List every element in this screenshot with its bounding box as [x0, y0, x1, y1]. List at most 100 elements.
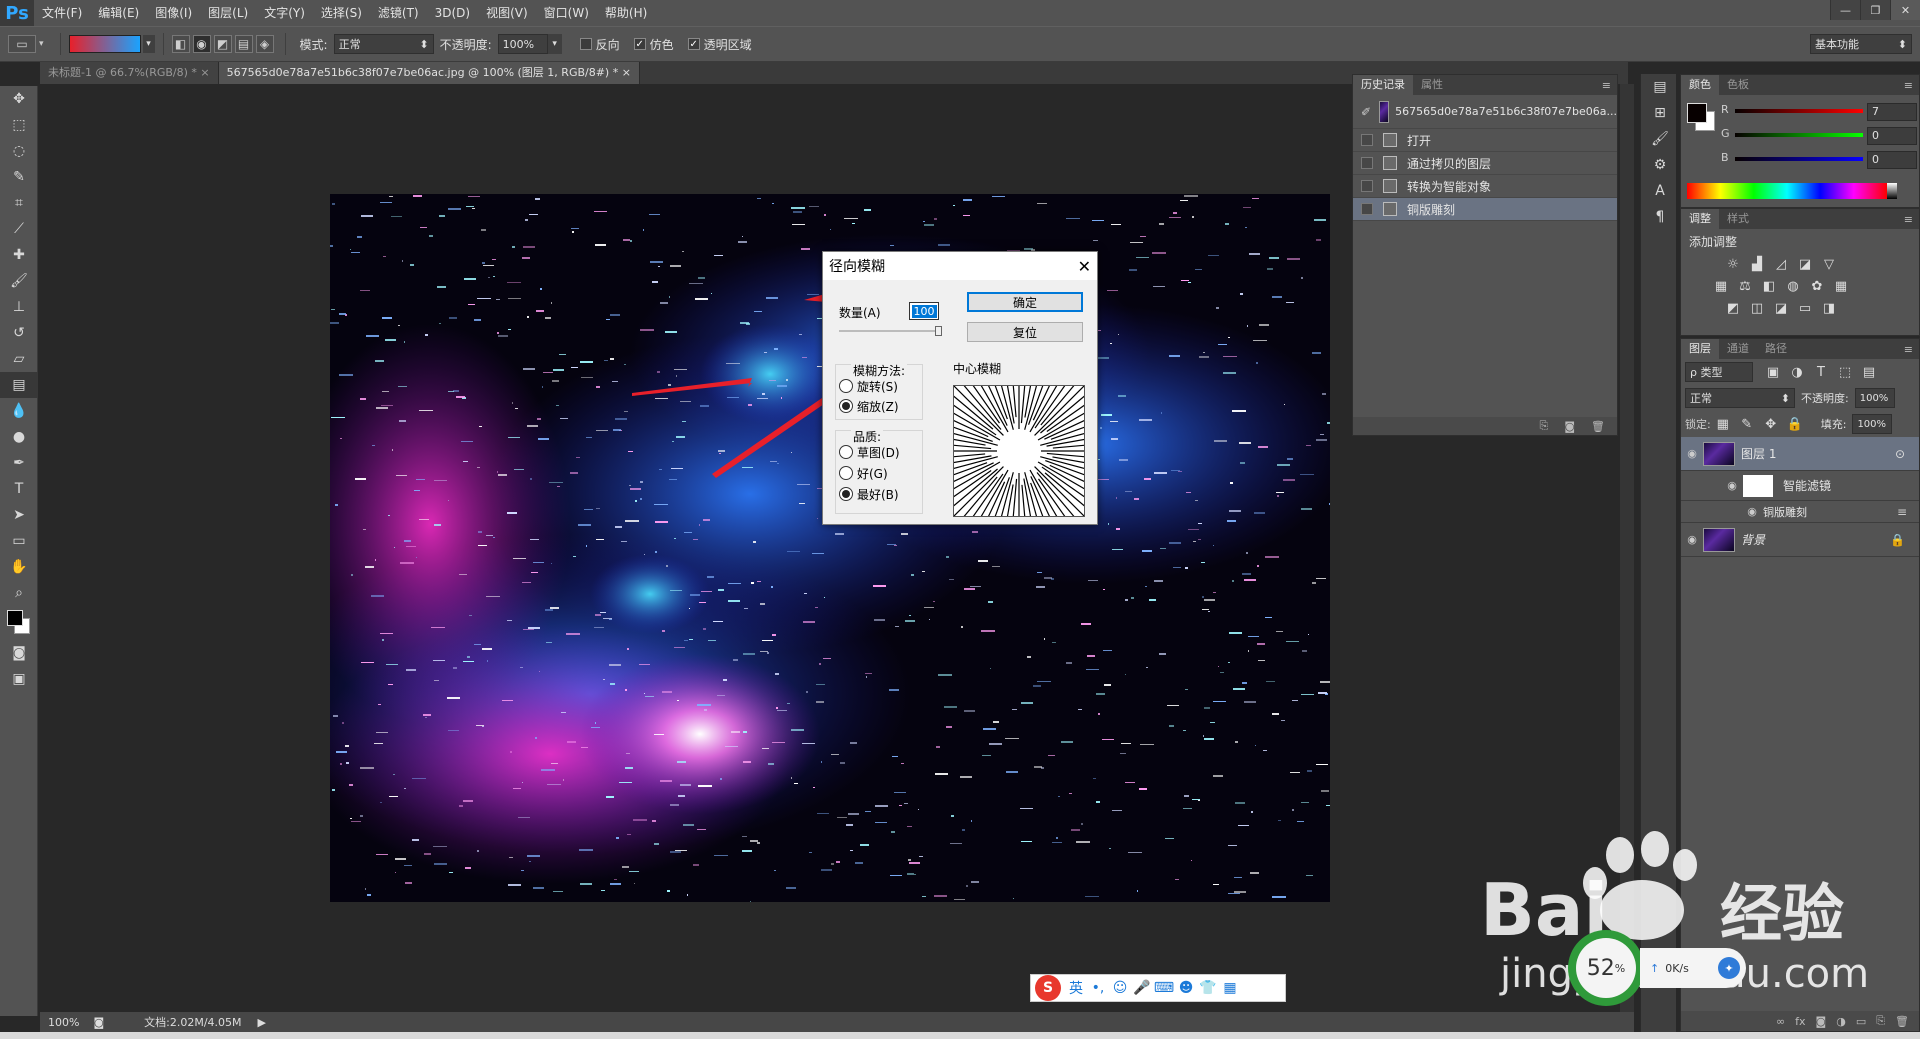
center-blur-preview[interactable]	[953, 385, 1085, 517]
history-brush-icon[interactable]: ↺	[0, 320, 38, 346]
black-white-icon[interactable]: ◧	[1761, 278, 1777, 294]
screen-mode-icon[interactable]: ▣	[0, 666, 38, 692]
workspace-select[interactable]: 基本功能 ⬍	[1810, 34, 1912, 54]
eye-icon[interactable]: ◉	[1681, 447, 1703, 460]
b-slider[interactable]	[1735, 157, 1863, 161]
minimize-icon[interactable]: —	[1830, 0, 1860, 20]
bw-ramp[interactable]	[1887, 183, 1897, 199]
properties-panel-icon[interactable]: ⊞	[1641, 100, 1679, 126]
tab-adjustments[interactable]: 调整	[1681, 209, 1719, 229]
link-icon[interactable]: ∞	[1776, 1015, 1785, 1028]
pen-tool-icon[interactable]: ✒	[0, 450, 38, 476]
skin-icon[interactable]: 👕	[1197, 977, 1219, 999]
radio-good[interactable]: 好(G)	[839, 463, 888, 483]
adjustment-filter-icon[interactable]: ◑	[1789, 364, 1805, 380]
layer-row-smart-filters[interactable]: ◉ 智能滤镜	[1681, 471, 1919, 501]
radio-spin[interactable]: 旋转(S)	[839, 376, 898, 396]
menu-3d[interactable]: 3D(D)	[427, 0, 478, 26]
r-input[interactable]: 7	[1867, 103, 1917, 121]
net-speed-widget[interactable]: ↑ 0K/s ✦	[1640, 948, 1746, 988]
channel-mixer-icon[interactable]: ✿	[1809, 278, 1825, 294]
menu-file[interactable]: 文件(F)	[34, 0, 90, 26]
g-input[interactable]: 0	[1867, 127, 1917, 145]
angle-gradient-icon[interactable]: ◩	[213, 35, 232, 53]
tool-preset-icon[interactable]: ▭	[8, 35, 36, 53]
crop-tool-icon[interactable]: ⌗	[0, 190, 38, 216]
color-spectrum[interactable]	[1687, 183, 1887, 199]
menu-help[interactable]: 帮助(H)	[597, 0, 655, 26]
tab-layers[interactable]: 图层	[1681, 339, 1719, 359]
status-share-icon[interactable]: ◙	[93, 1016, 104, 1029]
chevron-down-icon[interactable]: ▾	[39, 39, 44, 49]
reflected-gradient-icon[interactable]: ▤	[234, 35, 253, 53]
levels-icon[interactable]: ▟	[1749, 256, 1765, 272]
eye-icon[interactable]: ◉	[1741, 505, 1763, 518]
tab-color[interactable]: 颜色	[1681, 75, 1719, 95]
transparency-checkbox[interactable]: ✓	[687, 38, 700, 50]
quick-mask-icon[interactable]: ◙	[0, 640, 38, 666]
foreground-color-swatch[interactable]	[7, 610, 23, 626]
amount-slider-thumb[interactable]	[935, 326, 942, 336]
grid-icon[interactable]: ▦	[1219, 977, 1241, 999]
selective-color-icon[interactable]: ◨	[1821, 300, 1837, 316]
pixel-filter-icon[interactable]: ▣	[1765, 364, 1781, 380]
tab-paths[interactable]: 路径	[1757, 339, 1795, 359]
trash-icon[interactable]: 🗑	[1591, 420, 1605, 433]
history-snapshot[interactable]: ✐ 567565d0e78a7e51b6c38f07e7be06a...	[1353, 95, 1617, 129]
camera-icon[interactable]: ◙	[1564, 420, 1575, 433]
path-select-icon[interactable]: ➤	[0, 502, 38, 528]
history-item-layer-via-copy[interactable]: 通过拷贝的图层	[1353, 152, 1617, 175]
accelerate-icon[interactable]: ✦	[1718, 957, 1740, 979]
radio-draft[interactable]: 草图(D)	[839, 442, 900, 462]
close-icon[interactable]: ×	[622, 66, 631, 79]
chevron-down-icon[interactable]: ▾	[142, 35, 155, 53]
type-filter-icon[interactable]: T	[1813, 364, 1829, 380]
adjustment-layer-icon[interactable]: ◑	[1836, 1015, 1846, 1028]
character-panel-icon[interactable]: A	[1641, 178, 1679, 204]
layer-kind-select[interactable]: ρ 类型	[1685, 362, 1753, 382]
history-checkbox[interactable]	[1361, 180, 1373, 192]
layer-opacity-field[interactable]: 100%	[1854, 388, 1895, 408]
diamond-gradient-icon[interactable]: ◈	[255, 35, 274, 53]
lock-pixels-icon[interactable]: ✎	[1739, 416, 1755, 432]
close-icon[interactable]: ✕	[1078, 257, 1091, 276]
emoji-icon[interactable]: ☺	[1109, 977, 1131, 999]
panel-menu-icon[interactable]: ≡	[1904, 213, 1913, 226]
menu-image[interactable]: 图像(I)	[147, 0, 200, 26]
gradient-picker[interactable]	[68, 35, 141, 53]
dodge-tool-icon[interactable]: ●	[0, 424, 38, 450]
menu-view[interactable]: 视图(V)	[478, 0, 536, 26]
hand-tool-icon[interactable]: ✋	[0, 554, 38, 580]
blur-tool-icon[interactable]: 💧	[0, 398, 38, 424]
clone-source-icon[interactable]: ⚙	[1641, 152, 1679, 178]
panel-menu-icon[interactable]: ≡	[1904, 79, 1913, 92]
tab-untitled[interactable]: 未标题-1 @ 66.7%(RGB/8) * ×	[40, 62, 219, 84]
lock-transparent-icon[interactable]: ▦	[1715, 416, 1731, 432]
eye-icon[interactable]: ◉	[1721, 479, 1743, 492]
punctuation-icon[interactable]: •,	[1087, 977, 1109, 999]
history-item-mezzotint[interactable]: 铜版雕刻	[1353, 198, 1617, 221]
fx-icon[interactable]: fx	[1795, 1015, 1805, 1028]
microphone-icon[interactable]: 🎤	[1131, 977, 1153, 999]
eraser-tool-icon[interactable]: ▱	[0, 346, 38, 372]
eyedropper-tool-icon[interactable]: ⟋	[0, 216, 38, 242]
tab-styles[interactable]: 样式	[1719, 209, 1757, 229]
invert-icon[interactable]: ◩	[1725, 300, 1741, 316]
tab-history[interactable]: 历史记录	[1353, 75, 1413, 95]
radial-gradient-icon[interactable]: ◉	[192, 35, 211, 53]
trash-icon[interactable]: 🗑	[1895, 1015, 1909, 1028]
menu-window[interactable]: 窗口(W)	[536, 0, 597, 26]
chevron-right-icon[interactable]: ▶	[258, 1016, 266, 1029]
quick-select-tool-icon[interactable]: ✎	[0, 164, 38, 190]
user-icon[interactable]: ☻	[1175, 977, 1197, 999]
threshold-icon[interactable]: ◪	[1773, 300, 1789, 316]
restore-icon[interactable]: ❐	[1860, 0, 1890, 20]
shape-tool-icon[interactable]: ▭	[0, 528, 38, 554]
r-slider[interactable]	[1735, 109, 1863, 113]
new-layer-icon[interactable]: ⎘	[1876, 1014, 1885, 1028]
history-item-smart-object[interactable]: 转换为智能对象	[1353, 175, 1617, 198]
color-balance-icon[interactable]: ⚖	[1737, 278, 1753, 294]
lock-all-icon[interactable]: 🔒	[1787, 416, 1803, 432]
g-slider[interactable]	[1735, 133, 1863, 137]
move-tool-icon[interactable]: ✥	[0, 86, 38, 112]
